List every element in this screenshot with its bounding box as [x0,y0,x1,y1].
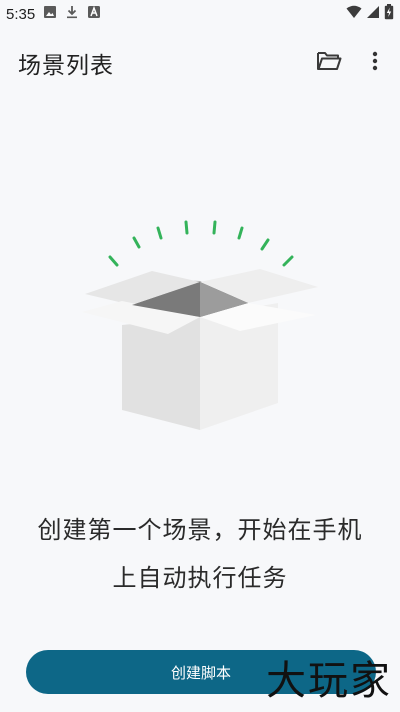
spark-lines [108,220,294,267]
a-icon [87,5,101,23]
folder-open-icon [316,50,342,76]
folder-button[interactable] [313,48,345,78]
status-time: 5:35 [6,5,36,23]
page-title: 场景列表 [18,53,114,79]
more-options-button[interactable] [362,48,388,78]
battery-charging-icon [384,4,394,24]
image-icon [43,5,57,23]
empty-state-line-2: 上自动执行任务 [112,564,288,592]
watermark-logo: 大玩家 [266,658,392,704]
app-bar: 场景列表 [0,36,400,90]
status-bar: 5:35 [0,0,400,28]
empty-state-line-1: 创建第一个场景，开始在手机 [37,516,363,544]
signal-icon [366,5,380,23]
more-vert-icon [372,51,378,75]
status-right [346,4,394,24]
status-left: 5:35 [6,5,101,23]
wifi-icon [346,5,362,23]
empty-state-message: 创建第一个场景，开始在手机 上自动执行任务 [0,506,400,602]
download-icon [65,5,79,23]
empty-box-illustration [70,205,330,440]
